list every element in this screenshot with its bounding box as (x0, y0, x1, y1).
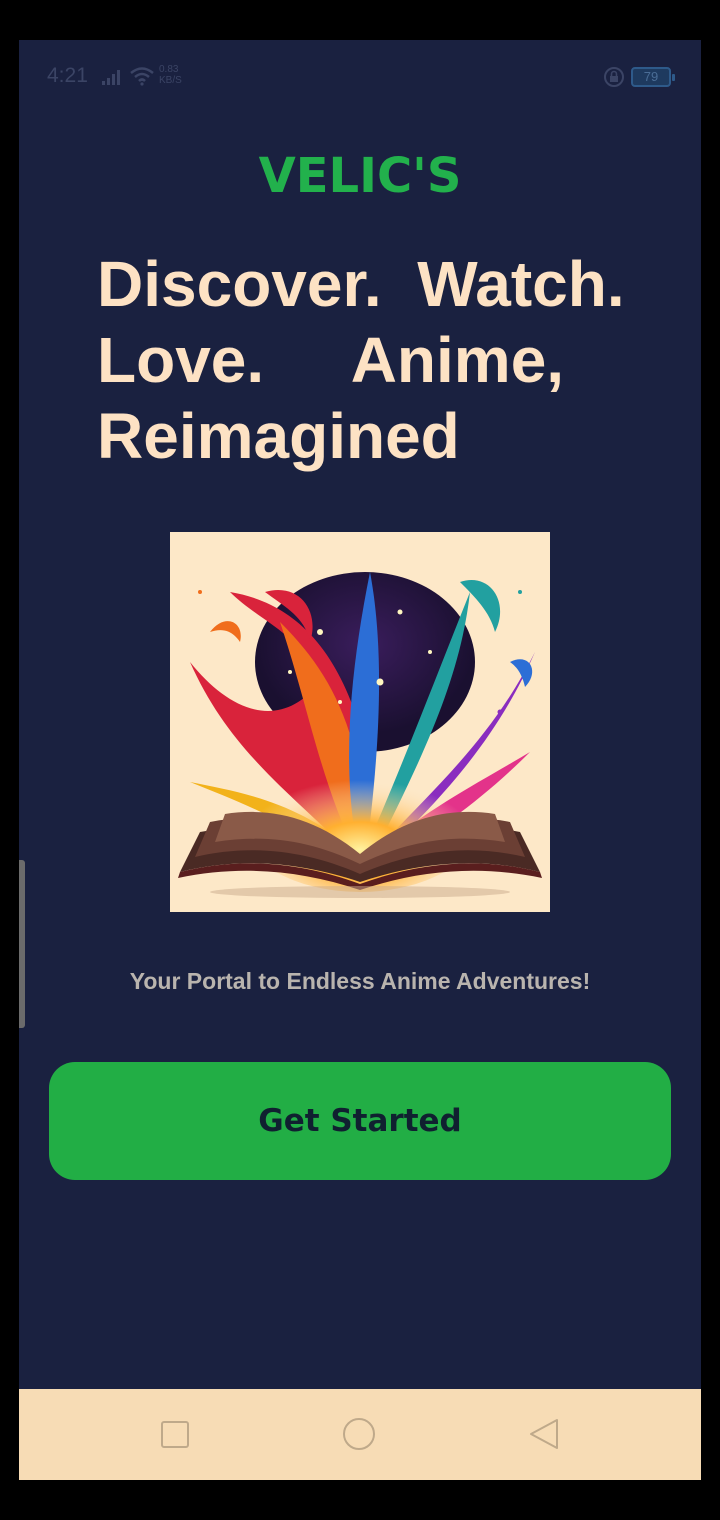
rotation-lock-icon (604, 67, 624, 87)
headline-line-1: Discover. Watch. (97, 248, 625, 320)
hero-image (170, 532, 550, 912)
status-bar: 4:21 0.83 KB/S 79 (19, 40, 701, 112)
brand-title: VELIC'S (258, 148, 462, 204)
battery-indicator: 79 (631, 67, 675, 87)
network-speed-unit: KB/S (159, 75, 182, 86)
triangle-back-icon[interactable] (527, 1417, 561, 1451)
app-screen: 4:21 0.83 KB/S 79 VELIC'S Discover. Watc… (19, 40, 701, 1480)
status-time: 4:21 (47, 64, 88, 87)
network-speed-value: 0.83 (159, 64, 179, 75)
headline-line-2: Love. Anime, (97, 324, 565, 396)
get-started-button[interactable]: Get Started (49, 1062, 671, 1180)
wifi-icon (130, 67, 154, 86)
square-icon[interactable] (158, 1417, 192, 1451)
circle-icon[interactable] (342, 1417, 376, 1451)
network-speed: 0.83 KB/S (159, 64, 182, 86)
scroll-indicator (19, 860, 25, 1028)
tagline: Your Portal to Endless Anime Adventures! (129, 968, 591, 994)
headline-line-3: Reimagined (97, 400, 460, 472)
system-navigation-bar (19, 1389, 701, 1480)
headline: Discover. Watch. Love. Anime, Reimagined (97, 246, 657, 474)
open-book-splash-image (170, 532, 550, 912)
signal-icon (102, 70, 120, 85)
